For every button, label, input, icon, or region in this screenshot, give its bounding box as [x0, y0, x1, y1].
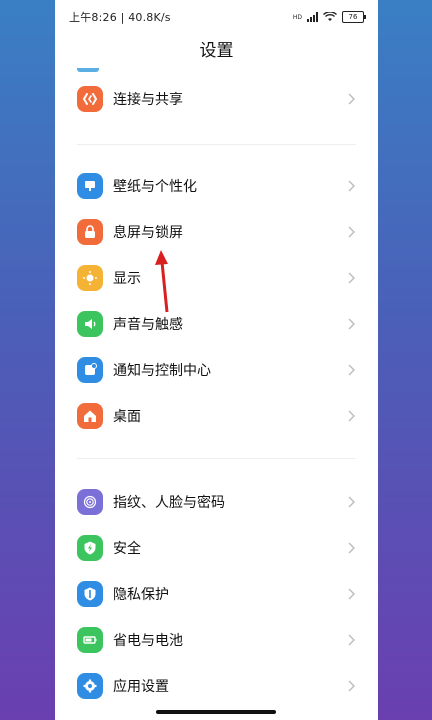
speaker-icon	[77, 311, 103, 337]
settings-item-label: 声音与触感	[113, 317, 183, 333]
settings-item-label: 省电与电池	[113, 633, 183, 649]
shield-icon	[77, 535, 103, 561]
signal-icon	[307, 12, 318, 22]
scrolled-item-peek	[55, 68, 378, 76]
settings-item-label: 显示	[113, 271, 141, 287]
chevron-right-icon	[348, 588, 355, 600]
settings-item-label: 通知与控制中心	[113, 363, 211, 379]
sun-icon	[77, 265, 103, 291]
settings-item-sound[interactable]: 声音与触感	[55, 301, 378, 347]
settings-item-notifications[interactable]: 通知与控制中心	[55, 347, 378, 393]
settings-item-privacy[interactable]: 隐私保护	[55, 571, 378, 617]
network-type-label: HD	[292, 13, 302, 21]
gear-icon	[77, 673, 103, 699]
chevron-right-icon	[348, 226, 355, 238]
settings-item-security[interactable]: 安全	[55, 525, 378, 571]
settings-item-lockscreen[interactable]: 息屏与锁屏	[55, 209, 378, 255]
settings-item-battery[interactable]: 省电与电池	[55, 617, 378, 663]
chevron-right-icon	[348, 93, 355, 105]
settings-item-label: 连接与共享	[113, 92, 183, 108]
settings-item-label: 安全	[113, 541, 141, 557]
wifi-icon	[323, 12, 337, 21]
settings-item-label: 隐私保护	[113, 587, 169, 603]
chevron-right-icon	[348, 364, 355, 376]
settings-item-wallpaper[interactable]: 壁纸与个性化	[55, 163, 378, 209]
chevron-right-icon	[348, 272, 355, 284]
wallpaper-icon	[77, 173, 103, 199]
settings-item-label: 壁纸与个性化	[113, 179, 197, 195]
settings-item-label: 桌面	[113, 409, 141, 425]
settings-screen: 上午8:26 | 40.8K/s HD 76 设置 连接与共享 壁纸与个性化 息…	[55, 0, 378, 720]
home-icon	[77, 403, 103, 429]
settings-item-desktop[interactable]: 桌面	[55, 393, 378, 439]
chevron-right-icon	[348, 410, 355, 422]
lock-icon	[77, 219, 103, 245]
chevron-right-icon	[348, 318, 355, 330]
fingerprint-icon	[77, 489, 103, 515]
settings-item-connection-sharing[interactable]: 连接与共享	[55, 76, 378, 122]
settings-item-fingerprint-face-password[interactable]: 指纹、人脸与密码	[55, 479, 378, 525]
page-title: 设置	[199, 41, 234, 61]
battery-icon: 76	[342, 11, 366, 23]
settings-item-label: 息屏与锁屏	[113, 225, 183, 241]
share-icon	[77, 86, 103, 112]
chevron-right-icon	[348, 680, 355, 692]
chevron-right-icon	[348, 634, 355, 646]
chevron-right-icon	[348, 542, 355, 554]
settings-item-display[interactable]: 显示	[55, 255, 378, 301]
settings-item-app-settings[interactable]: 应用设置	[55, 663, 378, 709]
settings-item-label: 应用设置	[113, 679, 169, 695]
status-icons: HD 76	[292, 11, 366, 23]
notification-icon	[77, 357, 103, 383]
status-time-speed: 上午8:26 | 40.8K/s	[69, 11, 171, 24]
settings-item-label: 指纹、人脸与密码	[113, 495, 225, 511]
status-bar: 上午8:26 | 40.8K/s HD 76	[55, 0, 378, 34]
chevron-right-icon	[348, 180, 355, 192]
chevron-right-icon	[348, 496, 355, 508]
privacy-icon	[77, 581, 103, 607]
battery-icon	[77, 627, 103, 653]
home-indicator[interactable]	[156, 710, 276, 714]
